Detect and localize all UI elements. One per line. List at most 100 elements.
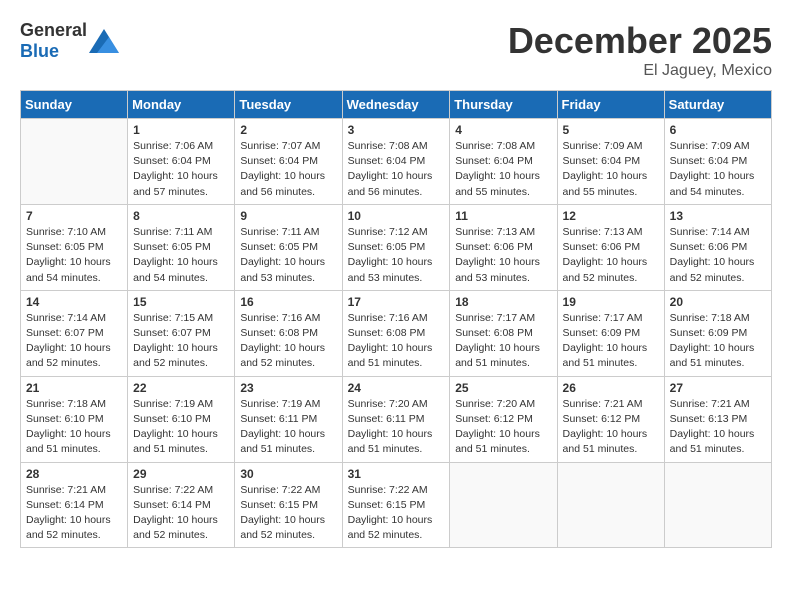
day-info: Sunrise: 7:10 AMSunset: 6:05 PMDaylight:… [26,225,122,286]
day-info: Sunrise: 7:22 AMSunset: 6:14 PMDaylight:… [133,483,229,544]
calendar-cell: 17 Sunrise: 7:16 AMSunset: 6:08 PMDayligh… [342,290,450,376]
calendar-cell: 2Sunrise: 7:07 AMSunset: 6:04 PMDaylight… [235,119,342,205]
calendar-cell: 23 Sunrise: 7:19 AMSunset: 6:11 PMDayligh… [235,376,342,462]
calendar-cell: 22 Sunrise: 7:19 AMSunset: 6:10 PMDayligh… [128,376,235,462]
week-row-3: 14 Sunrise: 7:14 AMSunset: 6:07 PMDayligh… [21,290,772,376]
day-info: Sunrise: 7:16 AMSunset: 6:08 PMDaylight:… [348,311,445,372]
calendar-cell: 9Sunrise: 7:11 AMSunset: 6:05 PMDaylight… [235,204,342,290]
calendar-cell: 30Sunrise: 7:22 AMSunset: 6:15 PMDayligh… [235,462,342,548]
title-section: December 2025 El Jaguey, Mexico [508,20,772,80]
calendar-cell: 26 Sunrise: 7:21 AMSunset: 6:12 PMDayligh… [557,376,664,462]
logo-text: General Blue [20,20,87,62]
day-number: 4 [455,123,551,137]
calendar-cell: 16 Sunrise: 7:16 AMSunset: 6:08 PMDayligh… [235,290,342,376]
day-number: 16 [240,295,336,309]
location-title: El Jaguey, Mexico [508,62,772,80]
day-number: 17 [348,295,445,309]
page-header: General Blue December 2025 El Jaguey, Me… [20,20,772,80]
header-wednesday: Wednesday [342,91,450,119]
calendar-cell: 4Sunrise: 7:08 AMSunset: 6:04 PMDaylight… [450,119,557,205]
calendar-cell [557,462,664,548]
calendar-cell: 31 Sunrise: 7:22 AMSunset: 6:15 PMDayligh… [342,462,450,548]
day-info: Sunrise: 7:12 AMSunset: 6:05 PMDaylight:… [348,225,445,286]
day-info: Sunrise: 7:19 AMSunset: 6:10 PMDaylight:… [133,397,229,458]
day-info: Sunrise: 7:13 AMSunset: 6:06 PMDaylight:… [455,225,551,286]
week-row-2: 7Sunrise: 7:10 AMSunset: 6:05 PMDaylight… [21,204,772,290]
day-info: Sunrise: 7:08 AMSunset: 6:04 PMDaylight:… [348,139,445,200]
calendar-cell: 14 Sunrise: 7:14 AMSunset: 6:07 PMDayligh… [21,290,128,376]
calendar-cell: 29 Sunrise: 7:22 AMSunset: 6:14 PMDayligh… [128,462,235,548]
day-number: 20 [670,295,766,309]
calendar-cell [450,462,557,548]
calendar-cell: 20 Sunrise: 7:18 AMSunset: 6:09 PMDayligh… [664,290,771,376]
day-number: 28 [26,467,122,481]
calendar-cell: 5Sunrise: 7:09 AMSunset: 6:04 PMDaylight… [557,119,664,205]
calendar-cell: 27 Sunrise: 7:21 AMSunset: 6:13 PMDayligh… [664,376,771,462]
day-info: Sunrise: 7:21 AMSunset: 6:14 PMDaylight:… [26,483,122,544]
day-info: Sunrise: 7:22 AMSunset: 6:15 PMDaylight:… [240,483,336,544]
day-number: 26 [563,381,659,395]
day-info: Sunrise: 7:11 AMSunset: 6:05 PMDaylight:… [240,225,336,286]
calendar-cell: 10 Sunrise: 7:12 AMSunset: 6:05 PMDayligh… [342,204,450,290]
day-info: Sunrise: 7:20 AMSunset: 6:11 PMDaylight:… [348,397,445,458]
calendar-cell: 6Sunrise: 7:09 AMSunset: 6:04 PMDaylight… [664,119,771,205]
calendar-cell: 8Sunrise: 7:11 AMSunset: 6:05 PMDaylight… [128,204,235,290]
day-info: Sunrise: 7:14 AMSunset: 6:07 PMDaylight:… [26,311,122,372]
day-number: 6 [670,123,766,137]
week-row-1: 1 Sunrise: 7:06 AMSunset: 6:04 PMDaylight… [21,119,772,205]
day-number: 22 [133,381,229,395]
calendar-cell: 12Sunrise: 7:13 AMSunset: 6:06 PMDayligh… [557,204,664,290]
header-sunday: Sunday [21,91,128,119]
week-row-5: 28 Sunrise: 7:21 AMSunset: 6:14 PMDayligh… [21,462,772,548]
day-info: Sunrise: 7:19 AMSunset: 6:11 PMDaylight:… [240,397,336,458]
day-number: 5 [563,123,659,137]
week-row-4: 21 Sunrise: 7:18 AMSunset: 6:10 PMDayligh… [21,376,772,462]
logo-icon [89,29,119,53]
calendar-cell: 13 Sunrise: 7:14 AMSunset: 6:06 PMDayligh… [664,204,771,290]
day-info: Sunrise: 7:11 AMSunset: 6:05 PMDaylight:… [133,225,229,286]
day-info: Sunrise: 7:21 AMSunset: 6:12 PMDaylight:… [563,397,659,458]
day-info: Sunrise: 7:14 AMSunset: 6:06 PMDaylight:… [670,225,766,286]
day-number: 18 [455,295,551,309]
day-number: 21 [26,381,122,395]
day-number: 19 [563,295,659,309]
day-info: Sunrise: 7:17 AMSunset: 6:08 PMDaylight:… [455,311,551,372]
calendar-cell: 7Sunrise: 7:10 AMSunset: 6:05 PMDaylight… [21,204,128,290]
logo: General Blue [20,20,119,62]
header-friday: Friday [557,91,664,119]
day-info: Sunrise: 7:16 AMSunset: 6:08 PMDaylight:… [240,311,336,372]
header-thursday: Thursday [450,91,557,119]
day-number: 15 [133,295,229,309]
day-info: Sunrise: 7:22 AMSunset: 6:15 PMDaylight:… [348,483,445,544]
day-number: 13 [670,209,766,223]
day-number: 14 [26,295,122,309]
day-number: 1 [133,123,229,137]
calendar-cell: 25Sunrise: 7:20 AMSunset: 6:12 PMDayligh… [450,376,557,462]
day-info: Sunrise: 7:18 AMSunset: 6:09 PMDaylight:… [670,311,766,372]
day-number: 10 [348,209,445,223]
calendar-header-row: SundayMondayTuesdayWednesdayThursdayFrid… [21,91,772,119]
month-title: December 2025 [508,20,772,62]
day-number: 12 [563,209,659,223]
day-number: 29 [133,467,229,481]
day-number: 23 [240,381,336,395]
calendar-cell: 21 Sunrise: 7:18 AMSunset: 6:10 PMDayligh… [21,376,128,462]
calendar-cell: 18 Sunrise: 7:17 AMSunset: 6:08 PMDayligh… [450,290,557,376]
calendar-table: SundayMondayTuesdayWednesdayThursdayFrid… [20,90,772,548]
day-number: 11 [455,209,551,223]
day-number: 2 [240,123,336,137]
calendar-cell: 19 Sunrise: 7:17 AMSunset: 6:09 PMDayligh… [557,290,664,376]
calendar-cell: 11 Sunrise: 7:13 AMSunset: 6:06 PMDayligh… [450,204,557,290]
day-number: 31 [348,467,445,481]
calendar-cell [664,462,771,548]
day-info: Sunrise: 7:21 AMSunset: 6:13 PMDaylight:… [670,397,766,458]
day-number: 27 [670,381,766,395]
day-info: Sunrise: 7:18 AMSunset: 6:10 PMDaylight:… [26,397,122,458]
day-info: Sunrise: 7:06 AMSunset: 6:04 PMDaylight:… [133,139,229,200]
header-monday: Monday [128,91,235,119]
day-info: Sunrise: 7:17 AMSunset: 6:09 PMDaylight:… [563,311,659,372]
calendar-cell: 1 Sunrise: 7:06 AMSunset: 6:04 PMDaylight… [128,119,235,205]
calendar-cell: 24Sunrise: 7:20 AMSunset: 6:11 PMDayligh… [342,376,450,462]
calendar-cell: 15Sunrise: 7:15 AMSunset: 6:07 PMDayligh… [128,290,235,376]
header-saturday: Saturday [664,91,771,119]
